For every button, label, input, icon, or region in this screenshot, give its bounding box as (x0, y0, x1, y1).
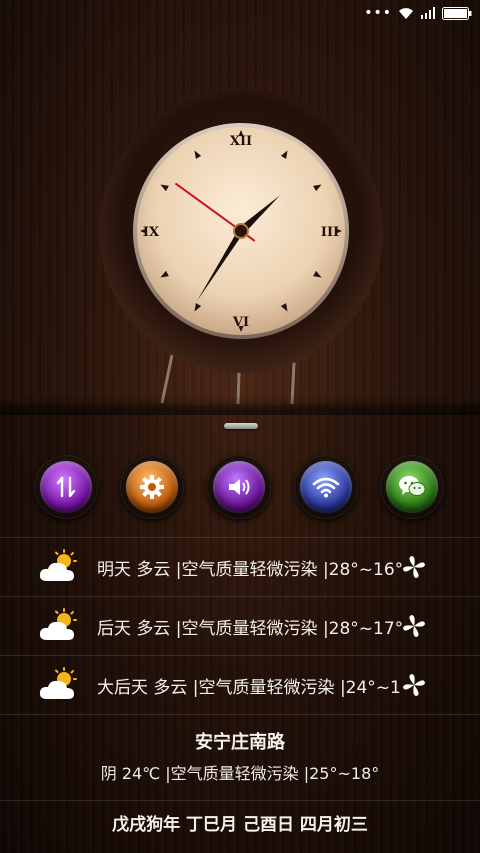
gear-icon (140, 475, 164, 499)
forecast-text: 大后天 多云 |空气质量轻微污染 |24°~1 (97, 678, 401, 698)
numeral-9: IX (143, 225, 160, 240)
fan-icon (403, 615, 425, 637)
divider (0, 800, 480, 801)
lunar-date: 戊戌狗年 丁巳月 己酉日 四月初三 (112, 815, 368, 835)
wechat-icon (399, 476, 426, 496)
divider (0, 714, 480, 715)
wifi-icon (312, 477, 340, 498)
forecast-row[interactable]: 后天 多云 |空气质量轻微污染 |28°~17° (0, 597, 480, 655)
forecast-text: 后天 多云 |空气质量轻微污染 |28°~17° (97, 619, 404, 639)
fan-icon (403, 674, 425, 696)
forecast-row[interactable]: 大后天 多云 |空气质量轻微污染 |24°~1 (0, 656, 480, 714)
forecast-list: 明天 多云 |空气质量轻微污染 |28°~16° 后天 多云 |空气质量轻微污染… (0, 537, 480, 715)
location-name[interactable]: 安宁庄南路 (0, 728, 480, 754)
data-transfer-icon (56, 476, 76, 498)
data-toggle[interactable] (34, 455, 98, 519)
partly-cloudy-icon (39, 667, 77, 699)
partly-cloudy-icon (39, 608, 77, 640)
sound-toggle[interactable] (207, 455, 271, 519)
volume-icon (229, 479, 250, 495)
forecast-row[interactable]: 明天 多云 |空气质量轻微污染 |28°~16° (0, 538, 480, 596)
partly-cloudy-icon (39, 549, 77, 581)
clock-center-cap (233, 223, 249, 239)
analog-clock[interactable]: XII III VI IX (98, 88, 384, 374)
numeral-3: III (321, 225, 339, 240)
forecast-text: 明天 多云 |空气质量轻微污染 |28°~16° (97, 560, 404, 580)
numeral-6: VI (232, 315, 249, 330)
settings-toggle[interactable] (120, 455, 184, 519)
quick-toggles (0, 455, 480, 521)
fan-icon (403, 556, 425, 578)
numeral-12: XII (230, 134, 252, 149)
current-weather: 阴 24℃ |空气质量轻微污染 |25°~18° (100, 764, 380, 783)
wifi-toggle[interactable] (294, 455, 358, 519)
wechat-toggle[interactable] (380, 455, 444, 519)
drag-handle[interactable] (224, 423, 258, 429)
